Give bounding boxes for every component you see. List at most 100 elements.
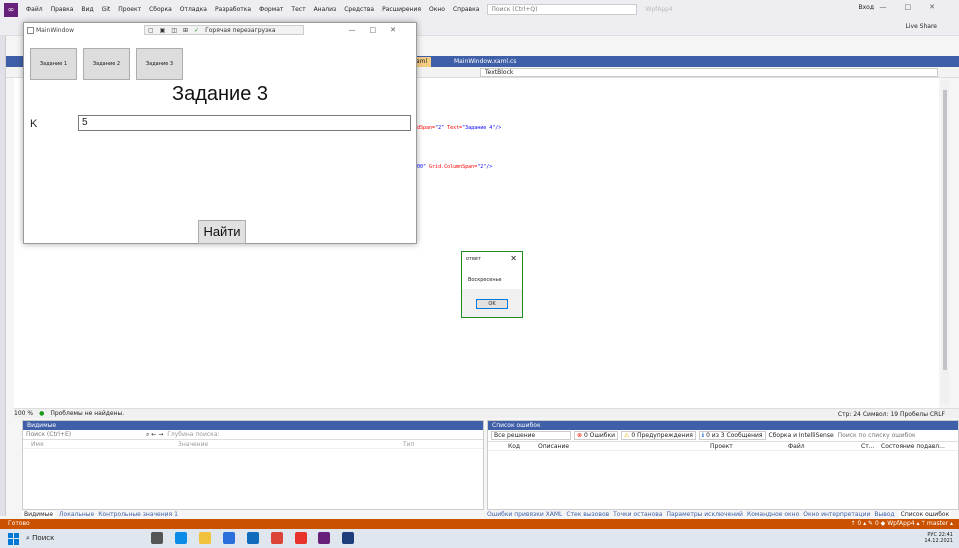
task2-button[interactable]: Задание 2 xyxy=(83,48,130,80)
tab-mainwindow-xaml-cs[interactable]: MainWindow.xaml.cs xyxy=(450,57,520,67)
zoom-level[interactable]: 100 % xyxy=(14,410,33,417)
left-tool-strip xyxy=(0,36,6,516)
close-icon[interactable]: ✕ xyxy=(510,254,517,263)
tab-autos[interactable]: Видимые xyxy=(22,511,56,518)
search-icon[interactable]: ⌕ ← → xyxy=(146,431,163,439)
menu-project[interactable]: Проект xyxy=(114,6,145,13)
clock-date: 14.12.2021 xyxy=(924,538,953,544)
col-code[interactable]: Код xyxy=(508,443,520,450)
tab-output[interactable]: Вывод xyxy=(874,511,894,518)
menu-window[interactable]: Окно xyxy=(425,6,449,13)
code-value: "2" xyxy=(435,125,445,131)
menu-edit[interactable]: Правка xyxy=(47,6,78,13)
scope-dropdown[interactable]: Все решение xyxy=(491,431,571,440)
windows-taskbar: ⌕ Поиск РУС 22:41 14.12.2021 xyxy=(0,529,959,548)
menu-tools[interactable]: Средства xyxy=(340,6,378,13)
error-tab-strip: Ошибки привязки XAML Стек вызовов Точки … xyxy=(487,510,959,519)
menu-analyze[interactable]: Анализ xyxy=(310,6,341,13)
col-value[interactable]: Значение xyxy=(178,441,208,448)
binding-failures-icon[interactable]: ⊞ xyxy=(183,27,188,34)
tab-locals[interactable]: Локальные xyxy=(59,511,94,518)
tab-error-list[interactable]: Список ошибок xyxy=(898,511,952,518)
messages-count: 0 из 3 Сообщения xyxy=(706,432,763,439)
task3-button[interactable]: Задание 3 xyxy=(136,48,183,80)
tab-call-stack[interactable]: Стек вызовов xyxy=(566,511,609,518)
system-tray[interactable]: РУС 22:41 14.12.2021 xyxy=(924,532,953,544)
code-line-2: 00" Grid.ColumnSpan="2"/> xyxy=(417,164,492,170)
messages-filter-button[interactable]: ℹ 0 из 3 Сообщения xyxy=(698,431,766,440)
col-description[interactable]: Описание xyxy=(538,443,569,450)
menu-test[interactable]: Тест xyxy=(287,6,309,13)
code-tag-end: /> xyxy=(495,125,502,131)
info-icon: ℹ xyxy=(701,432,705,439)
find-button[interactable]: Найти xyxy=(198,220,246,244)
code-tag-end: /> xyxy=(486,164,493,170)
store-icon[interactable] xyxy=(222,531,235,544)
k-input[interactable]: 5 xyxy=(78,115,411,131)
tab-breakpoints[interactable]: Точки останова xyxy=(613,511,662,518)
status-right-info[interactable]: ↑ 0 ▴ ✎ 0 ◆ WpfApp4 ▴ ᛘ master ▴ xyxy=(850,519,953,529)
task1-button[interactable]: Задание 1 xyxy=(30,48,77,80)
autos-search-input[interactable]: Поиск (Ctrl+E) xyxy=(26,431,146,438)
app-window-icon[interactable] xyxy=(342,531,355,544)
display-adorners-icon[interactable]: ▣ xyxy=(160,27,166,34)
menu-help[interactable]: Справка xyxy=(449,6,483,13)
error-columns: Код Описание Проект Файл Ст... Состояние… xyxy=(488,442,958,451)
tab-exception-settings[interactable]: Параметры исключений xyxy=(666,511,743,518)
wpf-window-controls[interactable]: —□✕ xyxy=(349,26,410,34)
warnings-filter-button[interactable]: ⚠ 0 Предупреждения xyxy=(621,431,696,440)
taskbar-search[interactable]: ⌕ Поиск xyxy=(26,529,126,548)
message-box-title-bar[interactable]: ответ ✕ xyxy=(462,252,522,267)
visual-studio-icon[interactable] xyxy=(318,531,331,544)
tab-watch-1[interactable]: Контрольные значения 1 xyxy=(98,511,178,518)
col-project[interactable]: Проект xyxy=(710,443,733,450)
wpf-title-bar[interactable]: MainWindow ▢ ▣ ◫ ⊞ ✓ Горячая перезагрузк… xyxy=(24,23,416,41)
menu-design[interactable]: Разработка xyxy=(211,6,255,13)
menu-debug[interactable]: Отладка xyxy=(176,6,211,13)
menu-format[interactable]: Формат xyxy=(255,6,287,13)
col-suppression[interactable]: Состояние подавл... xyxy=(881,443,945,450)
problems-status[interactable]: Проблемы не найдены. xyxy=(50,410,124,417)
menu-git[interactable]: Git xyxy=(98,6,115,13)
windows-start-icon[interactable] xyxy=(8,532,20,545)
cursor-position: Стр: 24 Символ: 19 Пробелы CRLF xyxy=(837,411,945,418)
task-view-icon[interactable] xyxy=(151,531,163,544)
mail-icon[interactable] xyxy=(246,531,259,544)
track-focus-icon[interactable]: ◫ xyxy=(171,27,177,34)
sign-in-link[interactable]: Вход xyxy=(859,4,875,11)
error-search-input[interactable]: Поиск по списку ошибок xyxy=(838,432,916,439)
chrome-icon[interactable] xyxy=(270,531,283,544)
file-explorer-icon[interactable] xyxy=(198,531,211,544)
menu-build[interactable]: Сборка xyxy=(145,6,176,13)
autos-tab-strip: Видимые Локальные Контрольные значения 1 xyxy=(22,510,484,519)
edge-icon[interactable] xyxy=(174,531,187,544)
member-dropdown[interactable]: TextBlock xyxy=(480,68,938,77)
col-line[interactable]: Ст... xyxy=(861,443,874,450)
col-file[interactable]: Файл xyxy=(788,443,805,450)
tab-immediate-window[interactable]: Окно интерпретации xyxy=(803,511,870,518)
vs-search-input[interactable]: Поиск (Ctrl+Q) xyxy=(487,4,638,15)
tab-xaml-binding-errors[interactable]: Ошибки привязки XAML xyxy=(487,511,562,518)
error-list-title: Список ошибок xyxy=(488,421,958,430)
error-list-panel: Список ошибок Все решение ⊗ 0 Ошибки ⚠ 0… xyxy=(487,420,959,510)
tab-command-window[interactable]: Командное окно xyxy=(747,511,799,518)
menu-file[interactable]: Файл xyxy=(22,6,47,13)
col-name[interactable]: Имя xyxy=(31,441,44,448)
live-share-button[interactable]: Live Share xyxy=(906,23,937,30)
taskbar-search-label: Поиск xyxy=(32,534,55,542)
menu-view[interactable]: Вид xyxy=(77,6,97,13)
wpf-window-title: MainWindow xyxy=(36,27,74,34)
check-circle-icon: ● xyxy=(39,410,45,417)
errors-filter-button[interactable]: ⊗ 0 Ошибки xyxy=(574,431,619,440)
ok-button[interactable]: OK xyxy=(476,299,508,309)
col-type[interactable]: Тип xyxy=(403,441,415,448)
select-element-icon[interactable]: ▢ xyxy=(148,27,154,34)
autos-panel-title: Видимые xyxy=(23,421,483,430)
yandex-icon[interactable] xyxy=(294,531,307,544)
warnings-count: 0 Предупреждения xyxy=(631,432,693,439)
hot-reload-label[interactable]: Горячая перезагрузка xyxy=(205,27,275,34)
editor-scrollbar-thumb[interactable] xyxy=(943,90,947,370)
vs-window-controls[interactable]: —□✕ xyxy=(880,3,953,11)
build-filter-dropdown[interactable]: Сборка и IntelliSense xyxy=(769,432,834,439)
menu-extensions[interactable]: Расширения xyxy=(378,6,425,13)
